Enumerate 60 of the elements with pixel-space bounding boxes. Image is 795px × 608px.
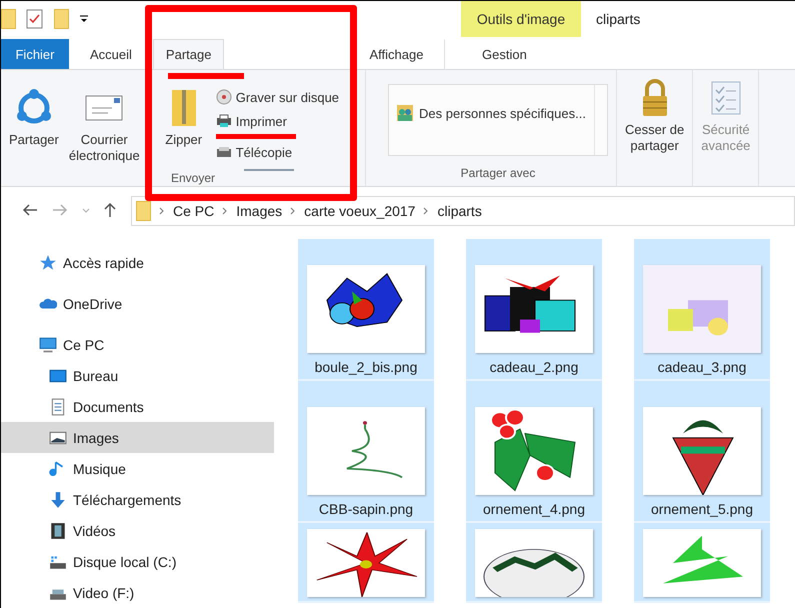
file-name: CBB-sapin.png	[318, 501, 414, 517]
ribbon-button[interactable]: Courrier électronique	[64, 86, 144, 171]
star-icon	[39, 254, 57, 272]
file-tile[interactable]: ornement_5.png	[634, 381, 770, 523]
ribbon-button[interactable]: Imprimer	[214, 110, 342, 132]
dropdown-icon[interactable]	[79, 14, 89, 24]
file-tile[interactable]: cadeau_2.png	[466, 239, 602, 381]
chevron-icon	[290, 207, 296, 215]
file-tile[interactable]	[634, 523, 770, 603]
group-label: Envoyer	[170, 171, 216, 187]
properties-icon[interactable]	[26, 9, 44, 29]
chevron-icon	[423, 207, 430, 215]
ribbon-button[interactable]: Partager	[5, 86, 63, 171]
computer-icon	[39, 336, 57, 354]
file-tile[interactable]	[466, 523, 602, 603]
document-icon	[49, 398, 67, 416]
window-title: cliparts	[595, 10, 640, 29]
address-field[interactable]: Ce PC Images carte voeux_2017 cliparts	[131, 196, 795, 226]
ribbon-button[interactable]: Télécopie	[214, 141, 342, 163]
ribbon-tab[interactable]: Fichier	[1, 39, 69, 69]
nav-item[interactable]: Accès rapide	[1, 247, 274, 278]
fax-icon	[216, 144, 232, 160]
file-tile[interactable]: boule_2_bis.png	[298, 239, 434, 381]
file-name: boule_2_bis.png	[314, 359, 418, 375]
nav-item[interactable]: Video (F:)	[1, 577, 274, 608]
file-tile[interactable]	[298, 523, 434, 603]
folder-icon	[136, 201, 151, 221]
nav-item[interactable]: Ce PC	[1, 329, 274, 360]
group-label: Partager avec	[460, 166, 536, 182]
ribbon-button[interactable]: Graver sur disque	[214, 86, 342, 108]
nav-item[interactable]: OneDrive	[1, 288, 274, 319]
nav-item[interactable]: Disque local (C:)	[1, 546, 274, 577]
context-tab-header: Outils d'image	[461, 1, 581, 37]
file-name: cadeau_3.png	[658, 359, 746, 375]
nav-item[interactable]: Vidéos	[1, 515, 274, 546]
breadcrumb[interactable]: carte voeux_2017	[304, 203, 416, 219]
nav-item[interactable]: Images	[1, 422, 274, 453]
chevron-icon	[159, 207, 165, 215]
people-icon	[397, 105, 413, 121]
download-arrow-icon	[49, 490, 67, 508]
film-icon	[49, 522, 67, 540]
chevron-icon	[222, 207, 228, 215]
nav-item[interactable]: Téléchargements	[1, 484, 274, 515]
ribbon-button[interactable]: Cesser de partager	[621, 76, 688, 156]
nav-item[interactable]: Musique	[1, 453, 274, 484]
file-tile[interactable]: ornement_4.png	[466, 381, 602, 523]
breadcrumb[interactable]: cliparts	[437, 203, 482, 219]
nav-item[interactable]: Bureau	[1, 360, 274, 391]
file-tile[interactable]: cadeau_3.png	[634, 239, 770, 381]
breadcrumb[interactable]: Images	[236, 203, 282, 219]
file-name: ornement_5.png	[651, 501, 753, 517]
nav-item[interactable]: Documents	[1, 391, 274, 422]
file-name: cadeau_2.png	[490, 359, 578, 375]
disc-icon	[216, 89, 232, 105]
file-tile[interactable]: CBB-sapin.png	[298, 381, 434, 523]
ribbon-button[interactable]: Zipper	[160, 86, 208, 171]
printer-icon	[216, 113, 232, 129]
file-name: ornement_4.png	[483, 501, 585, 517]
ribbon-tab[interactable]: Partage	[152, 39, 224, 69]
breadcrumb[interactable]: Ce PC	[173, 203, 214, 219]
